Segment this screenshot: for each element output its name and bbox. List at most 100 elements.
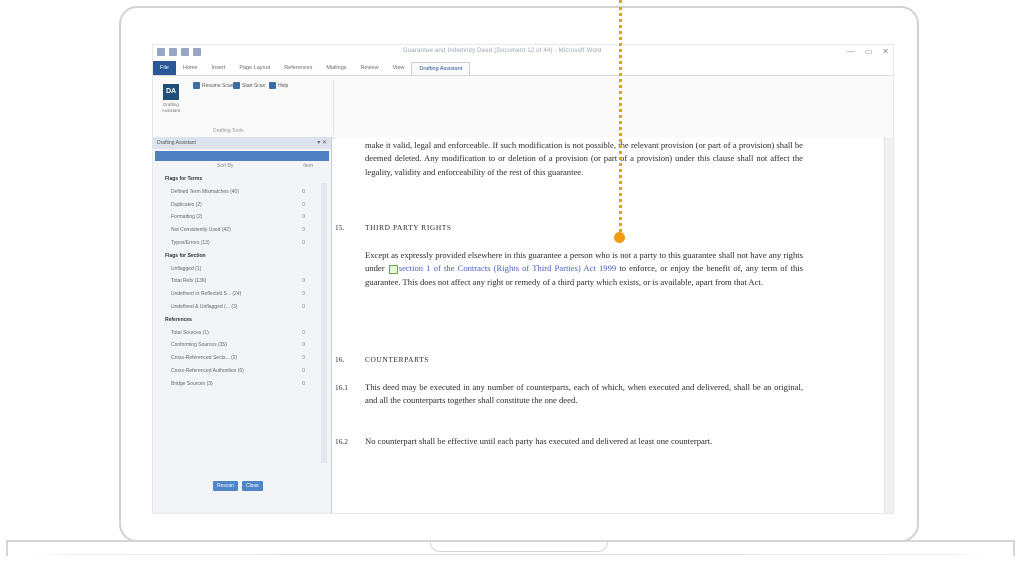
word-app-icon (157, 48, 165, 56)
tab-review[interactable]: Review (354, 61, 386, 75)
pane-item-count: 0 (302, 380, 305, 387)
tab-drafting-assistant[interactable]: Drafting Assistant (411, 61, 471, 75)
pane-list-item[interactable]: Cross-Referenced Sects... (2) 0 (157, 352, 319, 365)
resume-scan-label: Resume Scan (202, 82, 234, 89)
pane-group-heading[interactable]: References (157, 314, 319, 327)
callout-marker (614, 232, 625, 243)
pane-item-label: Conforming Sources (35) (171, 342, 227, 349)
paragraph-counterparts-1: This deed may be executed in any number … (365, 382, 803, 406)
section-heading: THIRD PARTY RIGHTS (365, 223, 452, 232)
pane-item-count: 0 (302, 355, 305, 362)
pane-header-band (155, 151, 329, 161)
pane-list-item[interactable]: Defined Term Mismatches (40) 0 (157, 186, 319, 199)
tab-references[interactable]: References (277, 61, 319, 75)
maximize-button[interactable]: ▭ (865, 47, 873, 56)
pane-list-item[interactable]: Cross-Referenced Authorities (6) 0 (157, 365, 319, 378)
paragraph-third-party: Except as expressly provided elsewhere i… (365, 249, 803, 289)
pane-list-item[interactable]: Typos/Errors (13) 0 (157, 237, 319, 250)
callout-dotted-line (619, 0, 625, 232)
pane-list-item[interactable]: Formatting (2) 0 (157, 211, 319, 224)
ribbon: DA Drafting Assistant Resume Scan Start … (153, 75, 893, 139)
ribbon-group-label: Drafting Tools (213, 128, 244, 134)
tab-mailings[interactable]: Mailings (319, 61, 353, 75)
pane-item-label: Flags for Terms (165, 176, 203, 182)
tab-insert[interactable]: Insert (205, 61, 233, 75)
pane-item-count: 0 (302, 239, 305, 246)
paragraph-severance: make it valid, legal and enforceable. If… (365, 140, 803, 177)
pane-item-count: 0 (302, 201, 305, 208)
start-scan-button[interactable]: Start Scan (233, 82, 265, 89)
pane-item-label: Not Consistently Used (42) (171, 227, 231, 234)
pane-list-item[interactable]: Total Refs (136) 0 (157, 275, 319, 288)
pane-item-label: Total Refs (136) (171, 278, 207, 285)
rescan-button[interactable]: Rescan (213, 481, 238, 491)
pane-group-heading[interactable]: Flags for Section (157, 250, 319, 263)
document-scrollbar[interactable] (884, 137, 893, 513)
word-window: Guarantee and Indemnity Deed (Document 1… (152, 44, 894, 514)
clause-number: 16.2 (335, 437, 348, 446)
pane-item-label: Duplicates (2) (171, 201, 202, 208)
drafting-assistant-icon: DA (163, 84, 179, 100)
document-canvas[interactable]: make it valid, legal and enforceable. If… (335, 137, 883, 513)
laptop-base (0, 540, 1021, 568)
pane-list-item[interactable]: Total Sources (1) 0 (157, 327, 319, 340)
tab-page-layout[interactable]: Page Layout (232, 61, 277, 75)
close-pane-button[interactable]: Close (241, 481, 263, 491)
title-bar: Guarantee and Indemnity Deed (Document 1… (153, 45, 893, 61)
drafting-assistant-button[interactable]: DA Drafting Assistant (157, 84, 185, 124)
pane-item-label: Bridge Sources (3) (171, 380, 213, 387)
quick-access-toolbar (157, 48, 201, 56)
section-heading: COUNTERPARTS (365, 355, 429, 364)
undo-icon[interactable] (181, 48, 189, 56)
pane-list-item[interactable]: Undefined & Unflagged (... (3) 0 (157, 301, 319, 314)
clause-number: 16.1 (335, 383, 348, 392)
pane-item-label: Cross-Referenced Sects... (2) (171, 355, 238, 362)
pane-item-label: Flags for Section (165, 252, 206, 259)
pane-list-item[interactable]: Not Consistently Used (42) 0 (157, 224, 319, 237)
drafting-assistant-pane: Drafting Assistant ▾ ✕ Sort By Item Flag… (153, 137, 332, 513)
tab-file[interactable]: File (153, 61, 176, 75)
tab-view[interactable]: View (386, 61, 412, 75)
redo-icon[interactable] (193, 48, 201, 56)
pane-item-label: References (165, 316, 192, 323)
help-icon (269, 82, 276, 89)
start-scan-icon (233, 82, 240, 89)
help-button[interactable]: Help (269, 82, 288, 89)
save-icon[interactable] (169, 48, 177, 56)
reference-flag-icon[interactable] (388, 264, 398, 274)
pane-scrollbar[interactable] (321, 183, 327, 463)
pane-item-label: Defined Term Mismatches (40) (171, 188, 239, 195)
close-button[interactable]: ✕ (882, 47, 889, 56)
pane-list-item[interactable]: Undefined or Reflected S... (24) 0 (157, 288, 319, 301)
pane-list-item[interactable]: Bridge Sources (3) 0 (157, 378, 319, 391)
drafting-assistant-label: Drafting Assistant (161, 102, 181, 113)
start-scan-label: Start Scan (242, 82, 266, 89)
contracts-act-link[interactable]: section 1 of the Contracts (Rights of Th… (399, 263, 616, 273)
pane-title: Drafting Assistant (157, 140, 196, 146)
pane-item-label: Cross-Referenced Authorities (6) (171, 367, 244, 374)
resume-scan-icon (193, 82, 200, 89)
pane-sort-row: Sort By Item (157, 163, 319, 171)
sort-label[interactable]: Sort By (217, 163, 233, 169)
tab-home[interactable]: Home (176, 61, 205, 75)
pane-close-icon[interactable]: ▾ ✕ (317, 137, 327, 149)
pane-list-item[interactable]: Conforming Sources (35) 0 (157, 339, 319, 352)
pane-item-count: 0 (302, 342, 305, 349)
pane-group-heading[interactable]: Flags for Terms (157, 173, 319, 186)
window-title: Guarantee and Indemnity Deed (Document 1… (403, 48, 602, 54)
pane-item-label: Total Sources (1) (171, 329, 209, 336)
section-number: 15. (335, 223, 345, 232)
pane-item-count: 0 (302, 188, 305, 195)
pane-item-count: 0 (302, 278, 305, 285)
minimize-button[interactable]: — (847, 47, 855, 56)
pane-item-count: 0 (302, 291, 305, 298)
pane-list-item[interactable]: Unflagged (1) (157, 263, 319, 276)
section-number: 16. (335, 355, 345, 364)
pane-item-label: Typos/Errors (13) (171, 239, 210, 246)
resume-scan-button[interactable]: Resume Scan (193, 82, 233, 89)
sort-count[interactable]: Item (303, 163, 313, 169)
paragraph-counterparts-2: No counterpart shall be effective until … (365, 436, 713, 446)
pane-item-label: Formatting (2) (171, 214, 203, 221)
help-label: Help (278, 82, 289, 89)
pane-list-item[interactable]: Duplicates (2) 0 (157, 199, 319, 212)
